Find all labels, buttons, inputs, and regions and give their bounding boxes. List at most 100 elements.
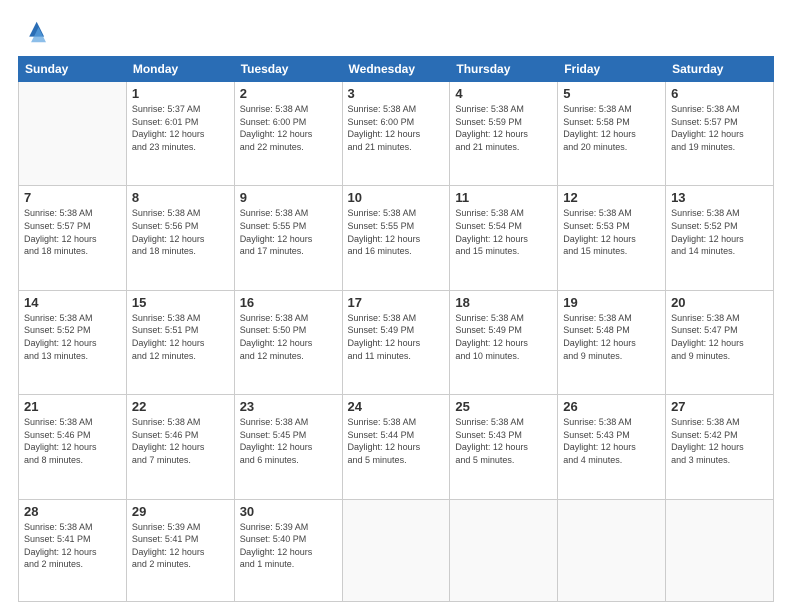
calendar-day: 25 Sunrise: 5:38 AM Sunset: 5:43 PM Dayli… <box>450 395 558 499</box>
calendar-day: 28Sunrise: 5:38 AM Sunset: 5:41 PM Dayli… <box>19 499 127 601</box>
calendar-week-row: 1 Sunrise: 5:37 AM Sunset: 6:01 PM Daylig… <box>19 82 774 186</box>
day-number: 22 <box>132 399 229 414</box>
day-info: Sunrise: 5:38 AM Sunset: 5:52 PM Dayligh… <box>24 312 121 362</box>
day-info: Sunrise: 5:38 AM Sunset: 5:57 PM Dayligh… <box>671 103 768 153</box>
calendar-week-row: 14 Sunrise: 5:38 AM Sunset: 5:52 PM Dayli… <box>19 290 774 394</box>
header <box>18 18 774 46</box>
calendar-day: 15 Sunrise: 5:38 AM Sunset: 5:51 PM Dayli… <box>126 290 234 394</box>
calendar-day: 5 Sunrise: 5:38 AM Sunset: 5:58 PM Daylig… <box>558 82 666 186</box>
day-number: 9 <box>240 190 337 205</box>
calendar-day: 1 Sunrise: 5:37 AM Sunset: 6:01 PM Daylig… <box>126 82 234 186</box>
day-number: 28 <box>24 504 121 519</box>
day-info: Sunrise: 5:38 AM Sunset: 5:45 PM Dayligh… <box>240 416 337 466</box>
day-number: 20 <box>671 295 768 310</box>
weekday-header: Tuesday <box>234 57 342 82</box>
calendar-day: 16 Sunrise: 5:38 AM Sunset: 5:50 PM Dayli… <box>234 290 342 394</box>
weekday-header: Friday <box>558 57 666 82</box>
day-info: Sunrise: 5:38 AM Sunset: 5:44 PM Dayligh… <box>348 416 445 466</box>
calendar-day: 8 Sunrise: 5:38 AM Sunset: 5:56 PM Daylig… <box>126 186 234 290</box>
calendar-day: 26 Sunrise: 5:38 AM Sunset: 5:43 PM Dayli… <box>558 395 666 499</box>
calendar-day <box>342 499 450 601</box>
calendar-day: 17Sunrise: 5:38 AM Sunset: 5:49 PM Dayli… <box>342 290 450 394</box>
day-info: Sunrise: 5:38 AM Sunset: 5:43 PM Dayligh… <box>455 416 552 466</box>
calendar-day <box>666 499 774 601</box>
day-info: Sunrise: 5:38 AM Sunset: 5:47 PM Dayligh… <box>671 312 768 362</box>
day-number: 24 <box>348 399 445 414</box>
weekday-header-row: SundayMondayTuesdayWednesdayThursdayFrid… <box>19 57 774 82</box>
day-info: Sunrise: 5:38 AM Sunset: 5:46 PM Dayligh… <box>132 416 229 466</box>
calendar-day: 30Sunrise: 5:39 AM Sunset: 5:40 PM Dayli… <box>234 499 342 601</box>
calendar-table: SundayMondayTuesdayWednesdayThursdayFrid… <box>18 56 774 602</box>
day-number: 8 <box>132 190 229 205</box>
day-number: 10 <box>348 190 445 205</box>
logo-icon <box>18 18 46 46</box>
day-info: Sunrise: 5:37 AM Sunset: 6:01 PM Dayligh… <box>132 103 229 153</box>
day-number: 25 <box>455 399 552 414</box>
calendar-day: 23Sunrise: 5:38 AM Sunset: 5:45 PM Dayli… <box>234 395 342 499</box>
calendar-day <box>19 82 127 186</box>
day-number: 27 <box>671 399 768 414</box>
day-info: Sunrise: 5:38 AM Sunset: 5:50 PM Dayligh… <box>240 312 337 362</box>
calendar-day: 11 Sunrise: 5:38 AM Sunset: 5:54 PM Dayli… <box>450 186 558 290</box>
day-number: 26 <box>563 399 660 414</box>
day-number: 11 <box>455 190 552 205</box>
day-info: Sunrise: 5:38 AM Sunset: 6:00 PM Dayligh… <box>240 103 337 153</box>
day-info: Sunrise: 5:38 AM Sunset: 5:49 PM Dayligh… <box>348 312 445 362</box>
calendar-day: 4 Sunrise: 5:38 AM Sunset: 5:59 PM Daylig… <box>450 82 558 186</box>
calendar-day: 3Sunrise: 5:38 AM Sunset: 6:00 PM Daylig… <box>342 82 450 186</box>
calendar-day: 20 Sunrise: 5:38 AM Sunset: 5:47 PM Dayli… <box>666 290 774 394</box>
day-info: Sunrise: 5:38 AM Sunset: 5:56 PM Dayligh… <box>132 207 229 257</box>
day-info: Sunrise: 5:38 AM Sunset: 5:57 PM Dayligh… <box>24 207 121 257</box>
day-number: 14 <box>24 295 121 310</box>
calendar-week-row: 21Sunrise: 5:38 AM Sunset: 5:46 PM Dayli… <box>19 395 774 499</box>
page: SundayMondayTuesdayWednesdayThursdayFrid… <box>0 0 792 612</box>
day-number: 1 <box>132 86 229 101</box>
day-info: Sunrise: 5:38 AM Sunset: 5:42 PM Dayligh… <box>671 416 768 466</box>
calendar-day: 24 Sunrise: 5:38 AM Sunset: 5:44 PM Dayli… <box>342 395 450 499</box>
calendar-day: 19Sunrise: 5:38 AM Sunset: 5:48 PM Dayli… <box>558 290 666 394</box>
calendar-day: 13Sunrise: 5:38 AM Sunset: 5:52 PM Dayli… <box>666 186 774 290</box>
day-info: Sunrise: 5:38 AM Sunset: 5:59 PM Dayligh… <box>455 103 552 153</box>
day-number: 29 <box>132 504 229 519</box>
day-info: Sunrise: 5:38 AM Sunset: 5:54 PM Dayligh… <box>455 207 552 257</box>
day-number: 4 <box>455 86 552 101</box>
calendar-day: 10 Sunrise: 5:38 AM Sunset: 5:55 PM Dayli… <box>342 186 450 290</box>
day-info: Sunrise: 5:38 AM Sunset: 5:51 PM Dayligh… <box>132 312 229 362</box>
day-info: Sunrise: 5:38 AM Sunset: 6:00 PM Dayligh… <box>348 103 445 153</box>
day-number: 5 <box>563 86 660 101</box>
day-number: 6 <box>671 86 768 101</box>
logo <box>18 18 48 46</box>
calendar-day: 18 Sunrise: 5:38 AM Sunset: 5:49 PM Dayli… <box>450 290 558 394</box>
calendar-day: 9Sunrise: 5:38 AM Sunset: 5:55 PM Daylig… <box>234 186 342 290</box>
day-info: Sunrise: 5:38 AM Sunset: 5:58 PM Dayligh… <box>563 103 660 153</box>
calendar-day <box>450 499 558 601</box>
day-info: Sunrise: 5:38 AM Sunset: 5:49 PM Dayligh… <box>455 312 552 362</box>
weekday-header: Monday <box>126 57 234 82</box>
day-info: Sunrise: 5:38 AM Sunset: 5:43 PM Dayligh… <box>563 416 660 466</box>
day-info: Sunrise: 5:38 AM Sunset: 5:48 PM Dayligh… <box>563 312 660 362</box>
calendar-day: 29 Sunrise: 5:39 AM Sunset: 5:41 PM Dayli… <box>126 499 234 601</box>
calendar-day: 27 Sunrise: 5:38 AM Sunset: 5:42 PM Dayli… <box>666 395 774 499</box>
day-number: 13 <box>671 190 768 205</box>
day-info: Sunrise: 5:38 AM Sunset: 5:55 PM Dayligh… <box>348 207 445 257</box>
day-number: 7 <box>24 190 121 205</box>
day-number: 16 <box>240 295 337 310</box>
calendar-week-row: 7 Sunrise: 5:38 AM Sunset: 5:57 PM Daylig… <box>19 186 774 290</box>
weekday-header: Wednesday <box>342 57 450 82</box>
day-info: Sunrise: 5:38 AM Sunset: 5:46 PM Dayligh… <box>24 416 121 466</box>
day-number: 15 <box>132 295 229 310</box>
calendar-day <box>558 499 666 601</box>
calendar-day: 7 Sunrise: 5:38 AM Sunset: 5:57 PM Daylig… <box>19 186 127 290</box>
calendar-day: 6 Sunrise: 5:38 AM Sunset: 5:57 PM Daylig… <box>666 82 774 186</box>
weekday-header: Sunday <box>19 57 127 82</box>
weekday-header: Saturday <box>666 57 774 82</box>
calendar-week-row: 28Sunrise: 5:38 AM Sunset: 5:41 PM Dayli… <box>19 499 774 601</box>
calendar-day: 12 Sunrise: 5:38 AM Sunset: 5:53 PM Dayli… <box>558 186 666 290</box>
day-info: Sunrise: 5:38 AM Sunset: 5:53 PM Dayligh… <box>563 207 660 257</box>
day-number: 18 <box>455 295 552 310</box>
day-number: 12 <box>563 190 660 205</box>
calendar-day: 2Sunrise: 5:38 AM Sunset: 6:00 PM Daylig… <box>234 82 342 186</box>
calendar-day: 21Sunrise: 5:38 AM Sunset: 5:46 PM Dayli… <box>19 395 127 499</box>
day-info: Sunrise: 5:39 AM Sunset: 5:40 PM Dayligh… <box>240 521 337 571</box>
day-info: Sunrise: 5:39 AM Sunset: 5:41 PM Dayligh… <box>132 521 229 571</box>
